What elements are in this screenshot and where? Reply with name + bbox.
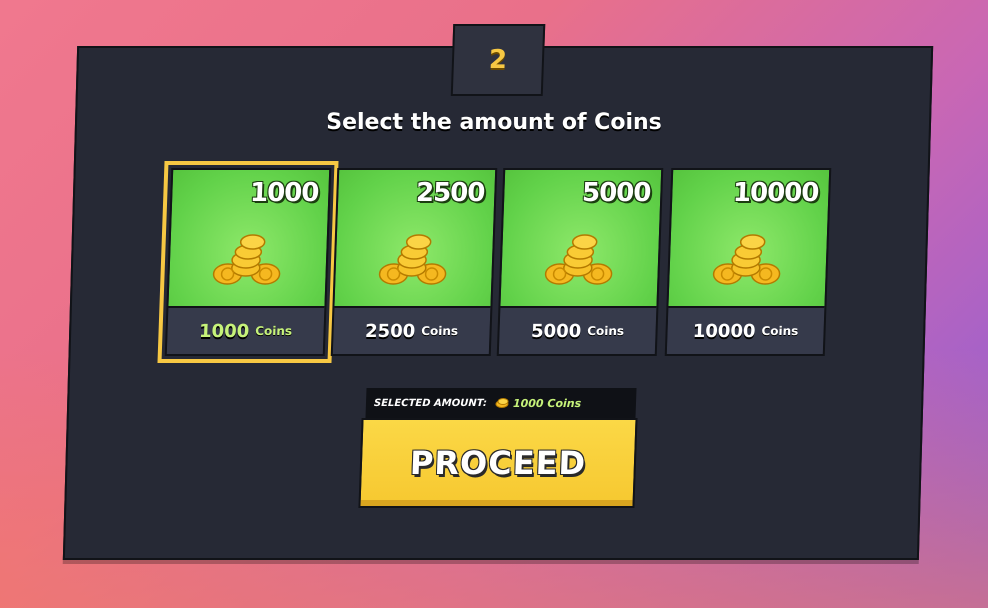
card-amount: 10000 [732, 178, 819, 208]
coin-icon [495, 398, 509, 408]
card-label-unit: Coins [761, 324, 799, 338]
card-label-unit: Coins [254, 324, 293, 338]
selected-amount-value-wrap: 1000 Coins [495, 396, 582, 410]
card-art: 1000 [168, 170, 330, 308]
page-title: Select the amount of Coins [326, 110, 662, 135]
card-label-number: 10000 [692, 320, 756, 342]
card-amount: 2500 [415, 178, 485, 208]
coin-option-10000[interactable]: 10000 10000 Coins [664, 168, 832, 356]
coin-pile-icon [378, 234, 447, 285]
card-art: 2500 [334, 170, 496, 308]
coin-option-1000[interactable]: 1000 1000 Coins [157, 161, 339, 363]
card-label-number: 2500 [364, 320, 416, 342]
selected-amount-value: 1000 Coins [512, 396, 582, 410]
selected-amount-caption: SELECTED AMOUNT: [373, 397, 488, 409]
card-label-number: 5000 [530, 320, 582, 342]
card-amount: 5000 [581, 178, 651, 208]
coin-pile-icon [712, 234, 781, 285]
coin-option-2500[interactable]: 2500 2500 Coins [330, 168, 498, 356]
coin-option-5000[interactable]: 5000 5000 Coins [496, 168, 664, 356]
selected-amount-bar: SELECTED AMOUNT: 1000 Coins [365, 388, 637, 418]
card-label-number: 1000 [198, 320, 250, 342]
card-amount: 1000 [249, 178, 319, 208]
card-label-unit: Coins [586, 324, 625, 338]
step-badge: 2 [450, 24, 546, 96]
step-number: 2 [488, 45, 508, 75]
proceed-button[interactable]: PROCEED [358, 418, 638, 508]
card-label: 2500 Coins [332, 306, 491, 354]
card-art: 10000 [668, 170, 830, 308]
card-label: 10000 Coins [666, 306, 825, 354]
coin-pile-icon [212, 234, 281, 285]
card-label: 5000 Coins [498, 306, 657, 354]
proceed-button-label: PROCEED [409, 444, 587, 482]
card-label-unit: Coins [420, 324, 459, 338]
coin-pile-icon [544, 234, 613, 285]
card-art: 5000 [500, 170, 662, 308]
card-label: 1000 Coins [166, 306, 325, 354]
